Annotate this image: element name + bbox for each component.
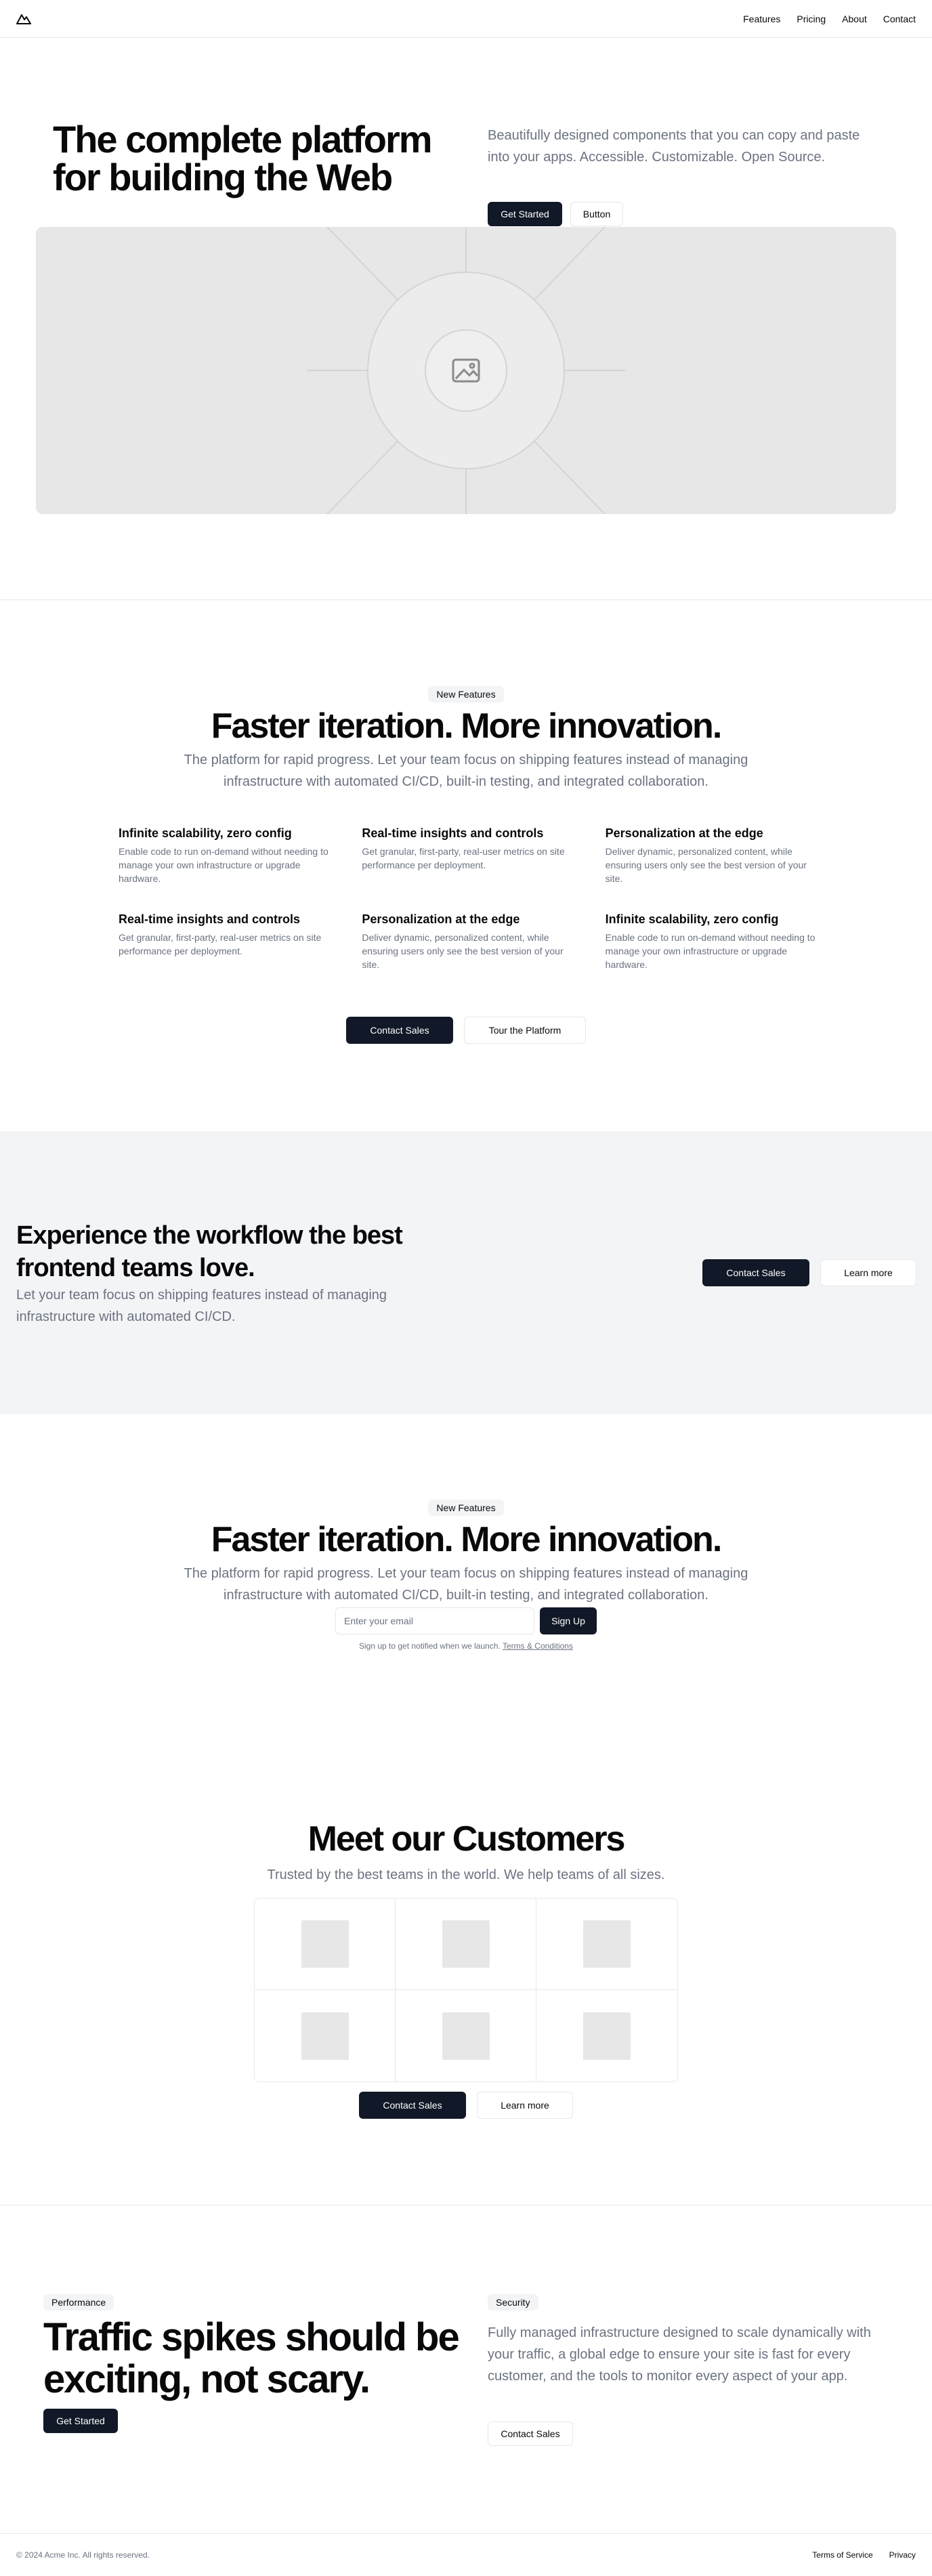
feature-text: Get granular, first-party, real-user met…: [119, 932, 322, 956]
section-divider: [0, 599, 932, 600]
customer-logo-placeholder: [583, 2012, 631, 2060]
get-started-button[interactable]: Get Started: [488, 202, 562, 226]
feature-title: Real-time insights and controls: [362, 826, 544, 840]
features-description: The platform for rapid progress. Let you…: [184, 753, 748, 789]
signup-badge-wrap: New Features: [0, 1500, 932, 1516]
image-placeholder-graphic: [307, 227, 625, 514]
feature-card: Real-time insights and controls Get gran…: [362, 826, 572, 885]
nav-link-contact[interactable]: Contact: [883, 14, 916, 24]
email-field[interactable]: [335, 1607, 534, 1634]
customer-logo-cell: [536, 1899, 677, 1990]
site-header: Features Pricing About Contact: [0, 0, 932, 38]
customers-title: Meet our Customers: [308, 1819, 626, 1859]
feature-card: Infinite scalability, zero config Enable…: [606, 912, 816, 971]
signup-description: The platform for rapid progress. Let you…: [184, 1566, 748, 1603]
customer-logo-placeholder: [442, 2012, 490, 2060]
new-features-badge: New Features: [428, 686, 504, 702]
landing-page: Features Pricing About Contact The compl…: [0, 0, 932, 2576]
feature-title: Infinite scalability, zero config: [605, 912, 779, 926]
privacy-link[interactable]: Privacy: [889, 2550, 916, 2560]
signup-heading-wrap: Faster iteration. More innovation.: [0, 1519, 932, 1560]
customers-description: Trusted by the best teams in the world. …: [267, 1867, 665, 1882]
learn-more-button[interactable]: Learn more: [477, 2092, 573, 2119]
feature-card: Personalization at the edge Deliver dyna…: [362, 912, 572, 971]
security-badge: Security: [488, 2294, 538, 2310]
feature-card: Real-time insights and controls Get gran…: [119, 912, 329, 971]
features-badge-wrap: New Features: [0, 686, 932, 702]
feature-title: Real-time insights and controls: [119, 912, 301, 926]
features-description-wrap: The platform for rapid progress. Let you…: [0, 749, 932, 793]
feature-title: Personalization at the edge: [605, 826, 763, 840]
features-actions: Contact Sales Tour the Platform: [0, 1017, 932, 1044]
new-features-badge: New Features: [428, 1500, 504, 1516]
customer-logo-placeholder: [301, 2012, 349, 2060]
features-heading-wrap: Faster iteration. More innovation.: [0, 706, 932, 746]
signup-note: Sign up to get notified when we launch. …: [0, 1641, 932, 1651]
feature-text: Get granular, first-party, real-user met…: [362, 846, 565, 870]
hero-actions: Get Started Button: [488, 202, 623, 226]
main-nav: Features Pricing About Contact: [743, 14, 916, 24]
terms-link[interactable]: Terms & Conditions: [503, 1641, 573, 1651]
copyright-text: © 2024 Acme Inc. All rights reserved.: [16, 2550, 150, 2560]
contact-sales-button[interactable]: Contact Sales: [488, 2422, 573, 2446]
hero-title: The complete platform for building the W…: [53, 118, 433, 198]
features-title: Faster iteration. More innovation.: [211, 706, 723, 746]
secondary-button[interactable]: Button: [570, 202, 623, 226]
get-started-button[interactable]: Get Started: [43, 2409, 118, 2433]
feature-text: Deliver dynamic, personalized content, w…: [362, 932, 564, 970]
customer-logo-placeholder: [442, 1920, 490, 1968]
contact-sales-button[interactable]: Contact Sales: [346, 1017, 453, 1044]
hero-description: Beautifully designed components that you…: [488, 128, 860, 165]
customers-heading-wrap: Meet our Customers: [0, 1819, 932, 1859]
feature-text: Deliver dynamic, personalized content, w…: [605, 846, 807, 884]
footer-links: Terms of Service Privacy: [812, 2550, 916, 2560]
cta-description: Let your team focus on shipping features…: [16, 1288, 387, 1324]
customer-logo-placeholder: [301, 1920, 349, 1968]
customer-logo-cell: [536, 1990, 677, 2082]
feature-title: Infinite scalability, zero config: [119, 826, 292, 840]
nav-link-pricing[interactable]: Pricing: [797, 14, 826, 24]
signup-description-wrap: The platform for rapid progress. Let you…: [0, 1563, 932, 1606]
performance-title: Traffic spikes should be exciting, not s…: [43, 2315, 460, 2401]
customers-actions: Contact Sales Learn more: [0, 2092, 932, 2119]
hero-image-placeholder: [36, 227, 896, 514]
feature-title: Personalization at the edge: [362, 912, 520, 926]
customer-logo-grid: [254, 1898, 678, 2082]
mountain-logo-icon[interactable]: [16, 11, 33, 27]
nav-link-features[interactable]: Features: [743, 14, 780, 24]
cta-title: Experience the workflow the best fronten…: [16, 1221, 403, 1282]
customer-logo-cell: [255, 1899, 396, 1990]
feature-text: Enable code to run on-demand without nee…: [119, 846, 329, 884]
features-grid: Infinite scalability, zero config Enable…: [119, 826, 816, 971]
feature-card: Personalization at the edge Deliver dyna…: [606, 826, 816, 885]
customer-logo-cell: [396, 1899, 536, 1990]
contact-sales-button[interactable]: Contact Sales: [359, 2092, 466, 2119]
feature-text: Enable code to run on-demand without nee…: [605, 932, 816, 970]
security-description: Fully managed infrastructure designed to…: [488, 2325, 871, 2384]
customers-description-wrap: Trusted by the best teams in the world. …: [0, 1864, 932, 1886]
sign-up-button[interactable]: Sign Up: [540, 1607, 597, 1634]
signup-title: Faster iteration. More innovation.: [211, 1520, 723, 1559]
terms-of-service-link[interactable]: Terms of Service: [812, 2550, 872, 2560]
site-footer: © 2024 Acme Inc. All rights reserved. Te…: [0, 2533, 932, 2576]
signup-note-text: Sign up to get notified when we launch.: [359, 1641, 501, 1651]
signup-form: Sign Up: [0, 1607, 932, 1634]
customer-logo-placeholder: [583, 1920, 631, 1968]
cta-actions: Contact Sales Learn more: [702, 1259, 916, 1286]
cta-section: Experience the workflow the best fronten…: [0, 1131, 932, 1414]
tour-platform-button[interactable]: Tour the Platform: [464, 1017, 586, 1044]
customer-logo-cell: [396, 1990, 536, 2082]
customer-logo-cell: [255, 1990, 396, 2082]
learn-more-button[interactable]: Learn more: [820, 1259, 916, 1286]
contact-sales-button[interactable]: Contact Sales: [702, 1259, 809, 1286]
nav-link-about[interactable]: About: [842, 14, 867, 24]
performance-badge: Performance: [43, 2294, 114, 2310]
feature-card: Infinite scalability, zero config Enable…: [119, 826, 329, 885]
